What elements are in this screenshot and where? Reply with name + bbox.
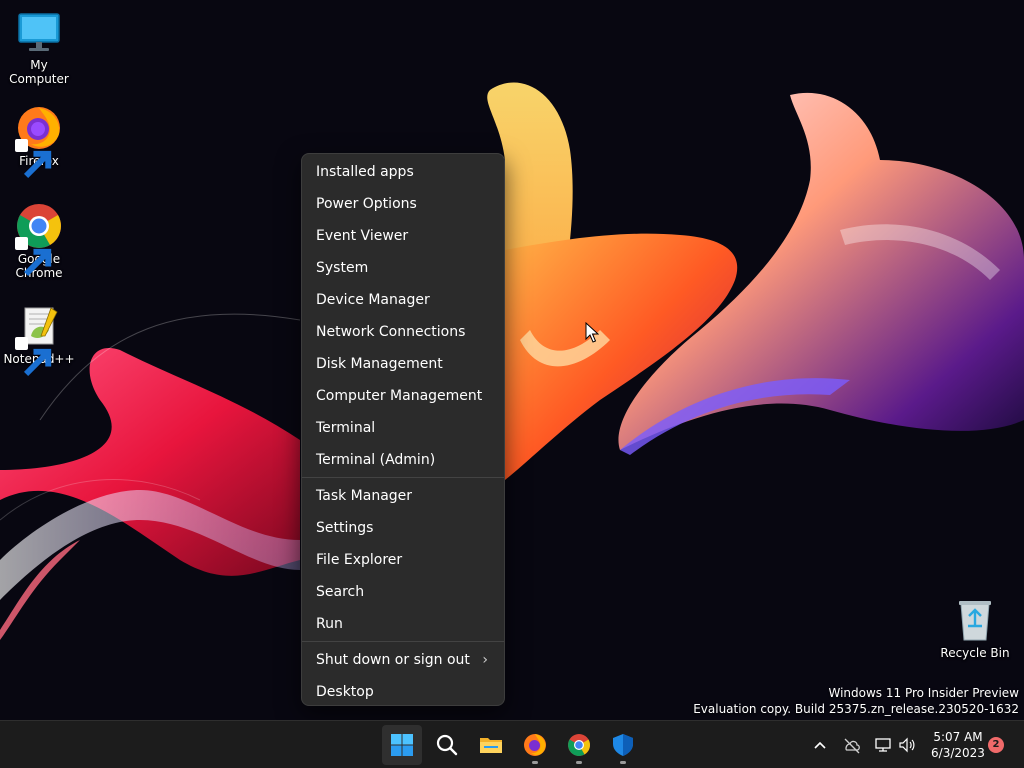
desktop-icon-my-computer[interactable]: My Computer bbox=[0, 8, 78, 86]
running-indicator bbox=[532, 761, 538, 764]
menu-item-terminal-admin[interactable]: Terminal (Admin) bbox=[302, 444, 504, 476]
shortcut-arrow-icon bbox=[15, 237, 52, 277]
shield-icon bbox=[613, 734, 633, 756]
taskbar-clock[interactable]: 5:07 AM 6/3/2023 bbox=[928, 729, 988, 761]
watermark-build: Evaluation copy. Build 25375.zn_release.… bbox=[693, 702, 1019, 716]
taskbar-chrome[interactable] bbox=[559, 725, 599, 765]
menu-item-installed-apps[interactable]: Installed apps bbox=[302, 156, 504, 188]
menu-item-computer-management[interactable]: Computer Management bbox=[302, 380, 504, 412]
taskbar: 5:07 AM 6/3/2023 2 bbox=[0, 720, 1024, 768]
menu-item-power-options[interactable]: Power Options bbox=[302, 188, 504, 220]
chevron-right-icon: › bbox=[482, 652, 488, 668]
wallpaper-bloom bbox=[0, 0, 1024, 720]
taskbar-file-explorer[interactable] bbox=[471, 725, 511, 765]
menu-item-settings[interactable]: Settings bbox=[302, 512, 504, 544]
taskbar-defender[interactable] bbox=[603, 725, 643, 765]
winx-context-menu: Installed apps Power Options Event Viewe… bbox=[301, 153, 505, 706]
chevron-up-icon bbox=[814, 741, 826, 749]
tray-volume[interactable] bbox=[897, 735, 917, 755]
menu-item-event-viewer[interactable]: Event Viewer bbox=[302, 220, 504, 252]
chrome-icon bbox=[15, 202, 63, 277]
shortcut-arrow-icon bbox=[15, 337, 52, 377]
windows-logo-icon bbox=[391, 734, 413, 756]
firefox-icon bbox=[15, 104, 63, 179]
evaluation-watermark: Windows 11 Pro Insider Preview Evaluatio… bbox=[693, 685, 1019, 717]
desktop-icon-chrome[interactable]: Google Chrome bbox=[0, 202, 78, 280]
menu-item-file-explorer[interactable]: File Explorer bbox=[302, 544, 504, 576]
cloud-offline-icon bbox=[844, 738, 860, 754]
menu-item-terminal[interactable]: Terminal bbox=[302, 412, 504, 444]
menu-item-disk-management[interactable]: Disk Management bbox=[302, 348, 504, 380]
menu-separator bbox=[302, 477, 504, 478]
tray-overflow-button[interactable] bbox=[810, 735, 830, 755]
tray-network[interactable] bbox=[873, 735, 893, 755]
network-icon bbox=[875, 738, 891, 752]
folder-icon bbox=[480, 738, 502, 753]
menu-separator bbox=[302, 641, 504, 642]
menu-item-search[interactable]: Search bbox=[302, 576, 504, 608]
watermark-edition: Windows 11 Pro Insider Preview bbox=[828, 686, 1019, 700]
clock-time: 5:07 AM bbox=[933, 730, 983, 744]
menu-item-label: Shut down or sign out bbox=[316, 652, 470, 668]
menu-item-shut-down-or-sign-out[interactable]: Shut down or sign out › bbox=[302, 644, 504, 676]
menu-item-system[interactable]: System bbox=[302, 252, 504, 284]
notepadpp-icon bbox=[15, 302, 63, 377]
clock-date: 6/3/2023 bbox=[931, 746, 985, 760]
taskbar-search-button[interactable] bbox=[427, 725, 467, 765]
mouse-pointer-icon bbox=[585, 322, 599, 343]
firefox-icon bbox=[524, 734, 546, 756]
desktop-icon-label: Recycle Bin bbox=[940, 646, 1010, 660]
notification-badge[interactable]: 2 bbox=[988, 737, 1004, 753]
desktop-icon-notepadpp[interactable]: Notepad++ bbox=[0, 302, 78, 377]
desktop[interactable]: My Computer Firefox Google Chrome Notepa… bbox=[0, 0, 1024, 768]
taskbar-firefox[interactable] bbox=[515, 725, 555, 765]
running-indicator bbox=[576, 761, 582, 764]
recycle-bin-icon bbox=[951, 596, 999, 644]
menu-item-device-manager[interactable]: Device Manager bbox=[302, 284, 504, 316]
chrome-icon bbox=[568, 734, 590, 756]
tray-onedrive[interactable] bbox=[842, 735, 862, 755]
start-button[interactable] bbox=[382, 725, 422, 765]
menu-item-network-connections[interactable]: Network Connections bbox=[302, 316, 504, 348]
menu-item-task-manager[interactable]: Task Manager bbox=[302, 480, 504, 512]
speaker-icon bbox=[899, 737, 915, 753]
desktop-icon-label: My Computer bbox=[9, 58, 69, 86]
desktop-icon-firefox[interactable]: Firefox bbox=[0, 104, 78, 179]
search-icon bbox=[436, 734, 458, 756]
menu-item-desktop[interactable]: Desktop bbox=[302, 676, 504, 708]
shortcut-arrow-icon bbox=[15, 139, 52, 179]
desktop-icon-recycle-bin[interactable]: Recycle Bin bbox=[936, 596, 1014, 660]
running-indicator bbox=[620, 761, 626, 764]
monitor-icon bbox=[15, 8, 63, 56]
menu-item-run[interactable]: Run bbox=[302, 608, 504, 640]
